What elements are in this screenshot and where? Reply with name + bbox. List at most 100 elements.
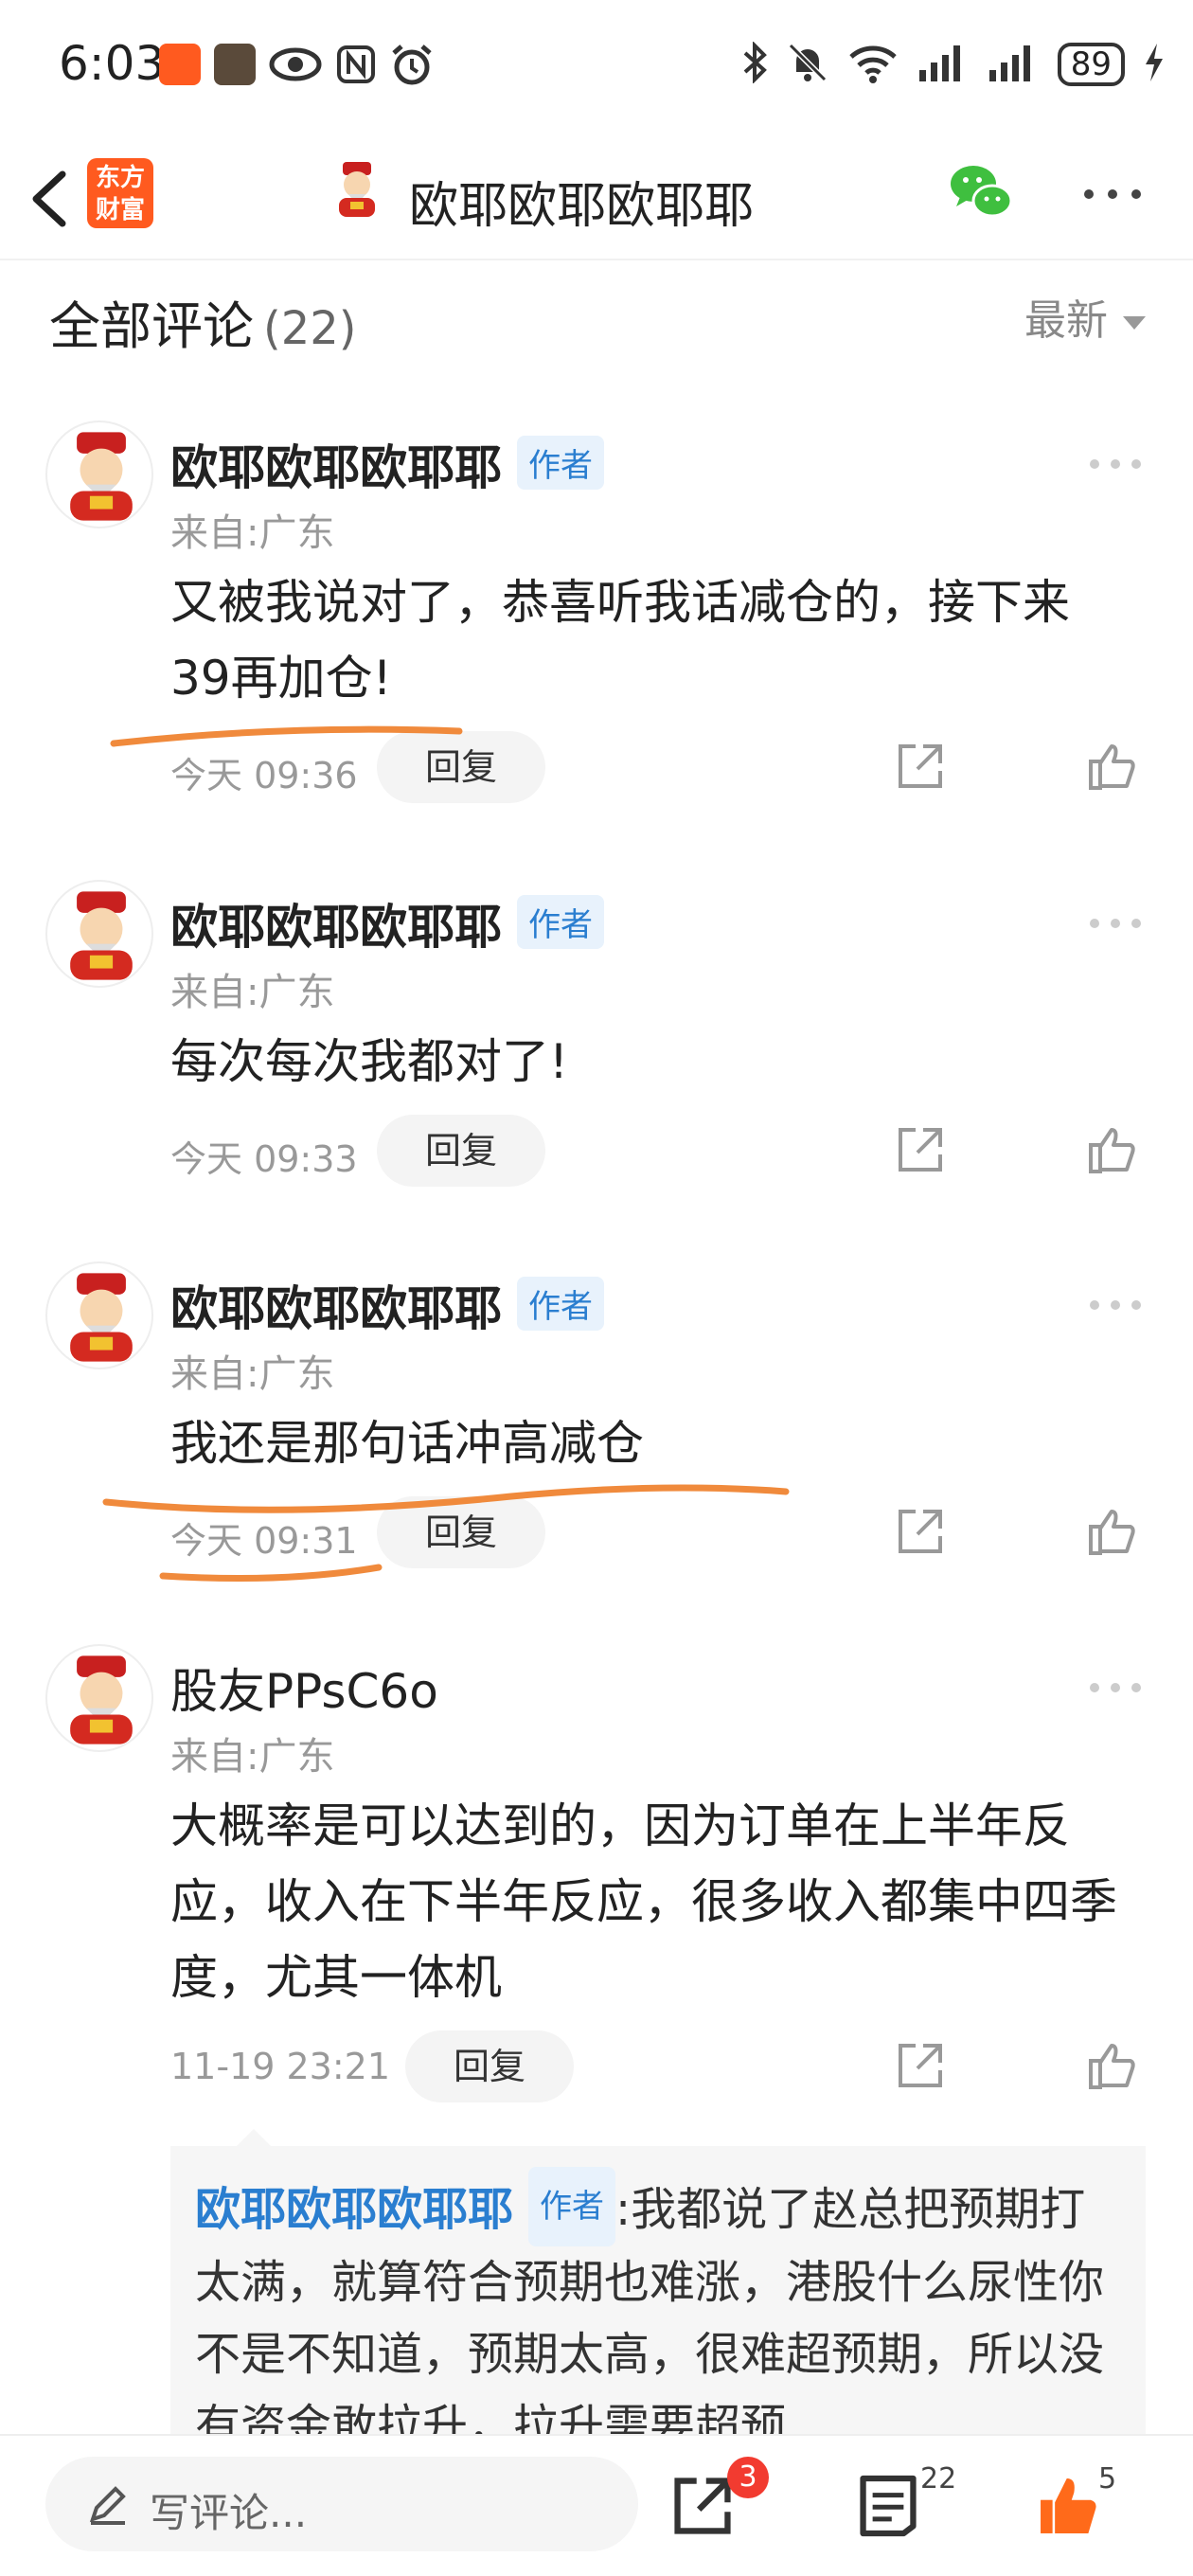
bluetooth-icon bbox=[741, 41, 768, 87]
wechat-icon bbox=[951, 166, 1013, 218]
comment-text: 每次每次我都对了! bbox=[170, 1034, 569, 1089]
comment-text: 又被我说对了，恭喜听我话减仓的，接下来39再加仓! bbox=[170, 575, 1070, 706]
comment-more-button[interactable] bbox=[1087, 1297, 1144, 1311]
share-badge: 3 bbox=[727, 2457, 769, 2498]
share-button[interactable] bbox=[895, 741, 946, 792]
nfc-icon bbox=[335, 44, 377, 91]
author-avatar-icon[interactable] bbox=[326, 158, 388, 221]
comment-time: 11-19 23:21 bbox=[170, 2046, 391, 2087]
avatar[interactable] bbox=[45, 420, 153, 528]
status-notification-icons bbox=[159, 44, 434, 91]
comment-author[interactable]: 股友PPsC6o bbox=[170, 1654, 438, 1722]
more-dots-icon bbox=[1090, 919, 1141, 928]
caishen-avatar-icon bbox=[70, 1655, 133, 1744]
avatar[interactable] bbox=[45, 1261, 153, 1369]
like-count: 5 bbox=[1098, 2462, 1117, 2496]
share-button[interactable] bbox=[895, 1124, 946, 1175]
comment-text: 我还是那句话冲高减仓 bbox=[170, 1416, 644, 1471]
share-icon bbox=[674, 2478, 731, 2534]
like-button[interactable] bbox=[1087, 1506, 1138, 1557]
reply-button[interactable]: 回复 bbox=[377, 731, 545, 803]
like-button[interactable] bbox=[1087, 2040, 1138, 2091]
avatar[interactable] bbox=[45, 1644, 153, 1752]
comment-author[interactable]: 欧耶欧耶欧耶耶 作者 bbox=[170, 1271, 604, 1339]
bottom-action-bar: 写评论... 3 22 5 bbox=[0, 2434, 1193, 2576]
more-dots-icon bbox=[1090, 1300, 1141, 1310]
like-button[interactable] bbox=[1087, 1124, 1138, 1175]
app-notification-icon bbox=[159, 44, 201, 85]
comment-text: 大概率是可以达到的，因为订单在上半年反应，收入在下半年反应，很多收入都集中四季度… bbox=[170, 1798, 1117, 2005]
comment-time: 今天 09:33 bbox=[170, 1138, 358, 1180]
comments-label: 全部评论 bbox=[49, 296, 254, 356]
page-title: 欧耶欧耶欧耶耶 bbox=[409, 178, 755, 235]
sort-dropdown[interactable]: 最新 bbox=[1024, 286, 1146, 347]
status-system-icons: 89 bbox=[741, 41, 1165, 87]
write-comment-input[interactable]: 写评论... bbox=[45, 2457, 638, 2551]
author-name: 欧耶欧耶欧耶耶 bbox=[170, 1281, 502, 1336]
more-dots-icon bbox=[1084, 189, 1141, 199]
comment-list-icon bbox=[860, 2475, 917, 2537]
comment-more-button[interactable] bbox=[1087, 916, 1144, 929]
charging-icon bbox=[1144, 42, 1165, 87]
share-post-button[interactable] bbox=[670, 2474, 735, 2538]
reply-button[interactable]: 回复 bbox=[377, 1496, 545, 1568]
logo-line2: 财富 bbox=[95, 196, 145, 224]
caishen-avatar-icon bbox=[70, 891, 133, 980]
like-button[interactable] bbox=[1087, 741, 1138, 792]
book-app-icon bbox=[214, 44, 256, 85]
nested-reply-author[interactable]: 欧耶欧耶欧耶耶 bbox=[195, 2183, 513, 2236]
avatar[interactable] bbox=[45, 880, 153, 988]
status-bar: 6:03 89 bbox=[0, 0, 1193, 137]
author-tag: 作者 bbox=[517, 895, 604, 949]
thumbs-up-icon bbox=[1089, 1128, 1135, 1173]
author-tag: 作者 bbox=[517, 1277, 604, 1331]
comment-location: 来自:广东 bbox=[170, 971, 335, 1014]
mute-bell-icon bbox=[787, 42, 828, 87]
comment-author[interactable]: 欧耶欧耶欧耶耶 作者 bbox=[170, 889, 604, 957]
caishen-avatar-icon bbox=[70, 1273, 133, 1362]
signal-icon-1 bbox=[917, 42, 969, 87]
comment-time: 今天 09:36 bbox=[170, 755, 358, 796]
alarm-icon bbox=[390, 44, 434, 91]
thumbs-up-icon bbox=[1089, 1510, 1135, 1555]
author-name: 欧耶欧耶欧耶耶 bbox=[170, 900, 502, 955]
pencil-icon bbox=[89, 2486, 126, 2525]
logo-line1: 东方 bbox=[95, 164, 145, 192]
back-arrow-icon bbox=[32, 170, 66, 227]
comment-more-button[interactable] bbox=[1087, 456, 1144, 470]
thumbs-up-icon bbox=[1089, 744, 1135, 790]
more-options-button[interactable] bbox=[1079, 185, 1146, 204]
comment-location: 来自:广东 bbox=[170, 511, 335, 555]
reply-button[interactable]: 回复 bbox=[405, 2030, 574, 2102]
eye-icon bbox=[269, 44, 322, 91]
author-name: 欧耶欧耶欧耶耶 bbox=[170, 440, 502, 495]
back-button[interactable] bbox=[21, 161, 87, 237]
top-nav-bar: 东方 财富 欧耶欧耶欧耶耶 bbox=[0, 137, 1193, 260]
comment-location: 来自:广东 bbox=[170, 1735, 335, 1779]
share-button[interactable] bbox=[895, 1506, 946, 1557]
author-name: 股友PPsC6o bbox=[170, 1664, 438, 1719]
comments-count: (22) bbox=[263, 302, 357, 355]
author-tag: 作者 bbox=[528, 2167, 616, 2246]
wechat-share-button[interactable] bbox=[947, 161, 1015, 224]
comments-button[interactable] bbox=[856, 2474, 920, 2538]
eastmoney-logo[interactable]: 东方 财富 bbox=[87, 158, 153, 228]
comment-location: 来自:广东 bbox=[170, 1352, 335, 1396]
write-comment-placeholder: 写评论... bbox=[150, 2490, 308, 2536]
thumbs-up-icon bbox=[1089, 2044, 1135, 2089]
more-dots-icon bbox=[1090, 459, 1141, 469]
share-icon bbox=[899, 1128, 942, 1172]
share-icon bbox=[899, 744, 942, 788]
reply-button[interactable]: 回复 bbox=[377, 1115, 545, 1187]
share-button[interactable] bbox=[895, 2040, 946, 2091]
status-time: 6:03 bbox=[59, 36, 166, 91]
comment-more-button[interactable] bbox=[1087, 1680, 1144, 1693]
comment-author[interactable]: 欧耶欧耶欧耶耶 作者 bbox=[170, 430, 604, 498]
comment-count: 22 bbox=[920, 2462, 957, 2496]
thumbs-up-filled-icon bbox=[1041, 2478, 1096, 2533]
comment-time: 今天 09:31 bbox=[170, 1520, 358, 1562]
nested-reply[interactable]: 欧耶欧耶欧耶耶 作者:我都说了赵总把预期打太满，就算符合预期也难涨，港股什么尿性你… bbox=[170, 2129, 1146, 2453]
more-dots-icon bbox=[1090, 1683, 1141, 1692]
battery-level: 89 bbox=[1057, 43, 1125, 86]
like-post-button[interactable] bbox=[1036, 2474, 1100, 2538]
